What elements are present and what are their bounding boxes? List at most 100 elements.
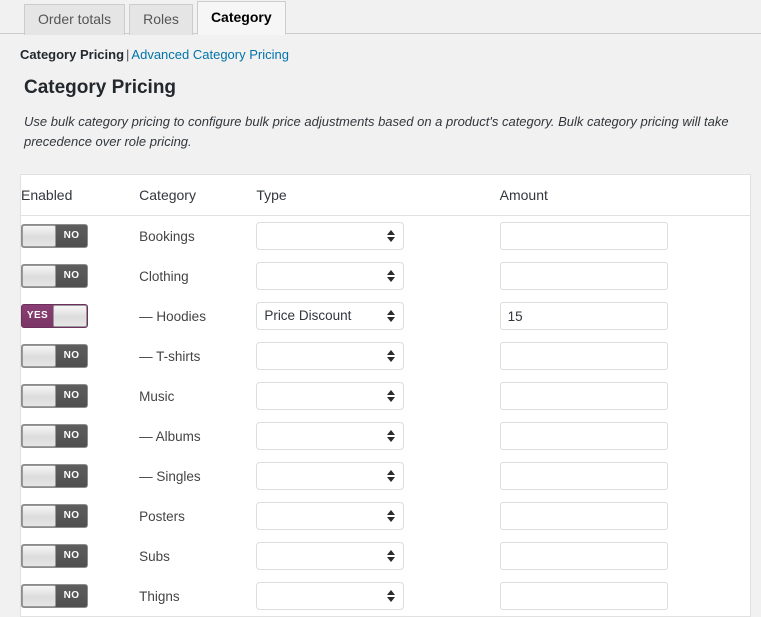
cell-category: Bookings bbox=[139, 215, 257, 256]
toggle-label: NO bbox=[63, 270, 80, 281]
cell-amount bbox=[499, 336, 750, 376]
table-row: NO Clothing Price DiscountPrice IncreaseFi… bbox=[21, 256, 750, 296]
amount-input[interactable] bbox=[499, 342, 668, 370]
table-row: NO Bookings Price DiscountPrice IncreaseFi… bbox=[21, 215, 750, 256]
amount-input[interactable] bbox=[499, 222, 668, 250]
type-select-wrap: Price DiscountPrice IncreaseFixed PriceP… bbox=[256, 302, 405, 330]
table-body: NO Bookings Price DiscountPrice IncreaseFi… bbox=[21, 215, 750, 616]
toggle-knob bbox=[22, 385, 56, 407]
tab-bar: Order totals Roles Category bbox=[0, 0, 761, 35]
column-header-amount: Amount bbox=[499, 175, 750, 216]
toggle-label: NO bbox=[63, 470, 80, 481]
enabled-toggle[interactable]: NO bbox=[21, 504, 88, 528]
amount-input[interactable] bbox=[499, 462, 668, 490]
subnav-current: Category Pricing bbox=[20, 47, 125, 62]
enabled-toggle[interactable]: NO bbox=[21, 344, 88, 368]
enabled-toggle[interactable]: NO bbox=[21, 384, 88, 408]
category-label: Music bbox=[139, 388, 175, 404]
cell-enabled: NO bbox=[21, 215, 140, 256]
enabled-toggle[interactable]: NO bbox=[21, 424, 88, 448]
cell-type: Price DiscountPrice IncreaseFixed PriceP… bbox=[256, 496, 500, 536]
enabled-toggle[interactable]: NO bbox=[21, 264, 88, 288]
toggle-knob bbox=[22, 225, 56, 247]
type-select[interactable]: Price DiscountPrice IncreaseFixed PriceP… bbox=[256, 582, 405, 610]
toggle-label: NO bbox=[63, 390, 80, 401]
type-select-wrap: Price DiscountPrice IncreaseFixed PriceP… bbox=[256, 542, 405, 570]
amount-input[interactable] bbox=[499, 582, 668, 610]
cell-type: Price DiscountPrice IncreaseFixed PriceP… bbox=[256, 576, 500, 616]
type-select[interactable]: Price DiscountPrice IncreaseFixed PriceP… bbox=[256, 422, 405, 450]
tab-roles[interactable]: Roles bbox=[129, 4, 193, 35]
cell-type: Price DiscountPrice IncreaseFixed PriceP… bbox=[256, 376, 500, 416]
type-select-wrap: Price DiscountPrice IncreaseFixed PriceP… bbox=[256, 502, 405, 530]
amount-input[interactable] bbox=[499, 302, 668, 330]
type-select-wrap: Price DiscountPrice IncreaseFixed PriceP… bbox=[256, 462, 405, 490]
enabled-toggle[interactable]: YES bbox=[21, 304, 88, 328]
toggle-knob bbox=[22, 545, 56, 567]
page-content: Category Pricing | Advanced Category Prici… bbox=[0, 34, 761, 152]
type-select[interactable]: Price DiscountPrice IncreaseFixed PriceP… bbox=[256, 222, 405, 250]
amount-input[interactable] bbox=[499, 382, 668, 410]
toggle-knob bbox=[22, 465, 56, 487]
type-select[interactable]: Price DiscountPrice IncreaseFixed PriceP… bbox=[256, 342, 405, 370]
cell-category: — T-shirts bbox=[139, 336, 257, 376]
page-title: Category Pricing bbox=[24, 77, 177, 98]
cell-enabled: NO bbox=[21, 576, 140, 616]
toggle-label: NO bbox=[63, 550, 80, 561]
toggle-label: YES bbox=[26, 310, 49, 321]
tab-list: Order totals Roles Category bbox=[24, 0, 761, 35]
amount-input[interactable] bbox=[499, 262, 668, 290]
enabled-toggle[interactable]: NO bbox=[21, 584, 88, 608]
table-row: NO Thigns Price DiscountPrice IncreaseFixe… bbox=[21, 576, 750, 616]
cell-category: — Hoodies bbox=[139, 296, 257, 336]
subnav: Category Pricing | Advanced Category Prici… bbox=[20, 47, 741, 63]
table-row: NO — Albums Price DiscountPrice IncreaseFi… bbox=[21, 416, 750, 456]
amount-input[interactable] bbox=[499, 542, 668, 570]
cell-type: Price DiscountPrice IncreaseFixed PriceP… bbox=[256, 456, 500, 496]
table-row: NO Music Price DiscountPrice IncreaseFixed… bbox=[21, 376, 750, 416]
cell-category: Music bbox=[139, 376, 257, 416]
table-row: NO Subs Price DiscountPrice IncreaseFixed … bbox=[21, 536, 750, 576]
category-label: Subs bbox=[139, 548, 170, 564]
type-select[interactable]: Price DiscountPrice IncreaseFixed PriceP… bbox=[256, 382, 405, 410]
category-label: Bookings bbox=[139, 228, 195, 244]
advanced-category-pricing-link[interactable]: Advanced Category Pricing bbox=[131, 47, 289, 62]
toggle-label: NO bbox=[63, 350, 80, 361]
cell-type: Price DiscountPrice IncreaseFixed PriceP… bbox=[256, 536, 500, 576]
cell-category: Subs bbox=[139, 536, 257, 576]
type-select-wrap: Price DiscountPrice IncreaseFixed PriceP… bbox=[256, 382, 405, 410]
cell-type: Price DiscountPrice IncreaseFixed PriceP… bbox=[256, 336, 500, 376]
cell-amount bbox=[499, 496, 750, 536]
cell-enabled: NO bbox=[21, 536, 140, 576]
category-label: Thigns bbox=[139, 588, 180, 604]
table-row: YES — Hoodies Price DiscountPrice Increase… bbox=[21, 296, 750, 336]
enabled-toggle[interactable]: NO bbox=[21, 224, 88, 248]
column-header-enabled: Enabled bbox=[21, 175, 140, 216]
cell-amount bbox=[499, 215, 750, 256]
page-description: Use bulk category pricing to configure b… bbox=[24, 114, 729, 149]
table-row: NO — Singles Price DiscountPrice IncreaseF… bbox=[21, 456, 750, 496]
amount-input[interactable] bbox=[499, 502, 668, 530]
category-label: — Hoodies bbox=[139, 308, 206, 324]
category-label: — T-shirts bbox=[139, 348, 201, 364]
cell-category: Thigns bbox=[139, 576, 257, 616]
tab-order-totals[interactable]: Order totals bbox=[24, 4, 126, 35]
toggle-label: NO bbox=[63, 230, 80, 241]
amount-input[interactable] bbox=[499, 422, 668, 450]
type-select[interactable]: Price DiscountPrice IncreaseFixed PriceP… bbox=[256, 262, 405, 290]
type-select[interactable]: Price DiscountPrice IncreaseFixed PriceP… bbox=[256, 462, 405, 490]
tab-category[interactable]: Category bbox=[196, 1, 286, 35]
type-select[interactable]: Price DiscountPrice IncreaseFixed PriceP… bbox=[256, 502, 405, 530]
table-header-row: Enabled Category Type Amount bbox=[21, 175, 750, 216]
cell-category: — Singles bbox=[139, 456, 257, 496]
cell-enabled: NO bbox=[21, 456, 140, 496]
category-pricing-table-wrap: Enabled Category Type Amount NO Bookings P… bbox=[20, 174, 751, 617]
table-row: NO — T-shirts Price DiscountPrice Increase… bbox=[21, 336, 750, 376]
enabled-toggle[interactable]: NO bbox=[21, 464, 88, 488]
type-select[interactable]: Price DiscountPrice IncreaseFixed PriceP… bbox=[256, 302, 405, 330]
type-select[interactable]: Price DiscountPrice IncreaseFixed PriceP… bbox=[256, 542, 405, 570]
enabled-toggle[interactable]: NO bbox=[21, 544, 88, 568]
toggle-label: NO bbox=[63, 430, 80, 441]
toggle-label: NO bbox=[63, 510, 80, 521]
table-row: NO Posters Price DiscountPrice IncreaseFix… bbox=[21, 496, 750, 536]
